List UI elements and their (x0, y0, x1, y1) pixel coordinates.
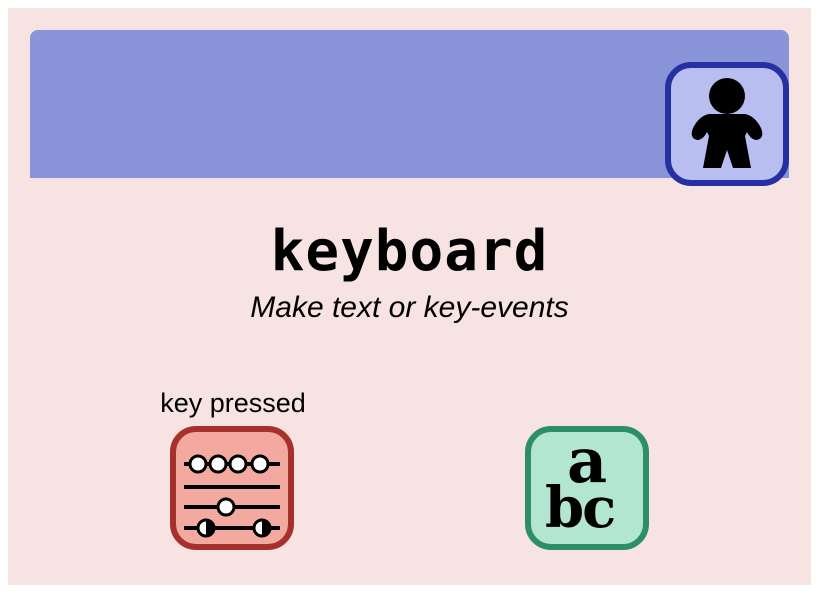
abacus-icon (184, 454, 280, 538)
page-title: keyboard (270, 219, 549, 284)
abc-icon: a bc (531, 426, 643, 544)
abc-icon-bc: bc (545, 475, 616, 541)
counter-block[interactable] (170, 426, 294, 550)
person-icon (691, 78, 763, 168)
page-subtitle: Make text or key-events (250, 291, 569, 324)
widget-card: keyboard Make text or key-events key pre… (8, 8, 811, 585)
counter-label: key pressed (160, 388, 306, 418)
header-bar (30, 30, 789, 186)
avatar-button[interactable] (665, 62, 789, 186)
text-block[interactable]: a bc (525, 426, 649, 550)
